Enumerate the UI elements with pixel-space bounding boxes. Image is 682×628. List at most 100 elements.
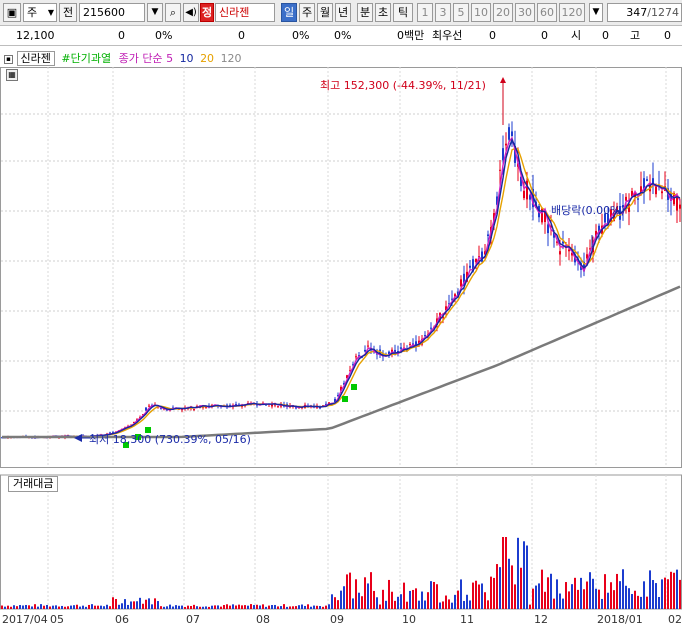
volume-bar xyxy=(670,571,672,609)
period-tab-week[interactable]: 주 xyxy=(299,3,315,22)
volume-bar xyxy=(346,574,348,609)
chevron-down-icon[interactable]: ▼ xyxy=(147,3,163,22)
open-value: 0 xyxy=(602,29,609,42)
volume-bar xyxy=(151,604,153,609)
type-select[interactable]: 주 ▼ xyxy=(23,3,57,22)
minute-60[interactable]: 60 xyxy=(537,3,557,22)
volume-bar xyxy=(631,594,633,609)
high-annotation: 최고 152,300 (-44.39%, 11/21) xyxy=(320,79,486,92)
minute-1[interactable]: 1 xyxy=(417,3,433,22)
volume-bar xyxy=(34,604,36,609)
volume-bar xyxy=(598,589,600,609)
page-current[interactable]: 347 xyxy=(626,6,647,19)
candle-body xyxy=(367,345,369,347)
minute-3[interactable]: 3 xyxy=(435,3,451,22)
volume-bar xyxy=(70,605,72,609)
volume-bar xyxy=(538,583,540,609)
volume-bar xyxy=(397,596,399,609)
volume-bar xyxy=(604,574,606,609)
sound-icon[interactable]: ◀) xyxy=(183,3,199,22)
candle-body xyxy=(148,405,150,407)
volume-bar xyxy=(415,588,417,609)
volume-bar xyxy=(145,599,147,609)
volume-bar xyxy=(271,605,273,609)
volume-bar xyxy=(286,606,288,609)
chart-area[interactable]: ▪ 신라젠 #단기과열 종가 단순 5 10 20 120 ▦ 최고 152,3… xyxy=(0,47,682,628)
minute-20[interactable]: 20 xyxy=(493,3,513,22)
volume-bar xyxy=(592,578,594,609)
minute-custom-dropdown[interactable]: ▼ xyxy=(589,3,603,22)
volume-bar xyxy=(1,605,3,609)
volume-bar xyxy=(649,570,651,609)
volume-bar xyxy=(466,594,468,609)
volume-bar xyxy=(118,604,120,609)
candle-body xyxy=(559,251,561,255)
volume-bar xyxy=(22,605,24,609)
legend-ma10: 10 xyxy=(179,52,194,65)
prev-button[interactable]: 전 xyxy=(59,3,77,22)
volume-bar xyxy=(661,579,663,609)
volume-bar xyxy=(376,597,378,609)
x-axis-label: 02 xyxy=(668,613,682,626)
volume-bar xyxy=(136,601,138,609)
volume-bar xyxy=(439,602,441,609)
volume-bar xyxy=(280,606,282,609)
open-label: 시 xyxy=(571,29,582,42)
price-panel-frame xyxy=(0,67,682,468)
volume-bar xyxy=(187,605,189,609)
code-input[interactable]: 215600 xyxy=(79,3,145,22)
volume-bar xyxy=(613,590,615,609)
candle-body xyxy=(400,347,402,349)
volume-bar xyxy=(37,606,39,609)
price-chart-svg[interactable] xyxy=(0,47,682,628)
period-tab-day[interactable]: 일 xyxy=(281,3,297,22)
volume-bar xyxy=(541,569,543,609)
volume-bar xyxy=(568,591,570,609)
minute-30[interactable]: 30 xyxy=(515,3,535,22)
volume-bar xyxy=(49,606,51,609)
amount-pct: 0% xyxy=(334,29,352,42)
volume-bar xyxy=(559,593,561,609)
minute-120[interactable]: 120 xyxy=(559,3,585,22)
volume-bar xyxy=(154,598,156,609)
volume-bar xyxy=(64,606,66,609)
volume-bar xyxy=(496,564,498,609)
volume-bar xyxy=(394,600,396,609)
volume-bar xyxy=(256,604,258,609)
volume-bar xyxy=(460,579,462,609)
stock-name-field[interactable]: 신라젠 xyxy=(215,3,275,22)
volume-bar xyxy=(430,581,432,609)
volume-bar xyxy=(46,604,48,609)
legend-stock-tab[interactable]: 신라젠 xyxy=(16,51,55,66)
grid-toggle-icon[interactable]: ▦ xyxy=(6,69,18,81)
volume-bar xyxy=(391,591,393,609)
x-axis-label: 11 xyxy=(460,613,474,626)
period-tab-minute[interactable]: 분 xyxy=(357,3,373,22)
volume-bar xyxy=(124,599,126,609)
volume-bar xyxy=(160,606,162,609)
volume-bar xyxy=(235,605,237,609)
volume-bar xyxy=(130,601,132,609)
period-tab-tick[interactable]: 틱 xyxy=(393,3,413,22)
period-tab-year[interactable]: 년 xyxy=(335,3,351,22)
minute-10[interactable]: 10 xyxy=(471,3,491,22)
period-tab-month[interactable]: 월 xyxy=(317,3,333,22)
volume-bar xyxy=(589,572,591,609)
volume-bar xyxy=(304,605,306,609)
period-tab-second[interactable]: 초 xyxy=(375,3,391,22)
search-icon[interactable]: ⌕ xyxy=(165,3,181,22)
volume-bar xyxy=(625,585,627,609)
volume-bar xyxy=(223,605,225,609)
volume-bar xyxy=(184,606,186,609)
volume-bar xyxy=(427,592,429,609)
minute-5[interactable]: 5 xyxy=(453,3,469,22)
volume-bar xyxy=(349,572,351,609)
volume-bar xyxy=(547,577,549,609)
volume-bar xyxy=(601,598,603,609)
current-price: 12,100 xyxy=(16,29,55,42)
candle-body xyxy=(499,169,501,171)
panel-menu-icon[interactable]: ▪ xyxy=(4,54,13,64)
window-icon[interactable]: ▣ xyxy=(3,3,21,22)
x-axis-label: 09 xyxy=(330,613,344,626)
volume-bar xyxy=(445,595,447,609)
